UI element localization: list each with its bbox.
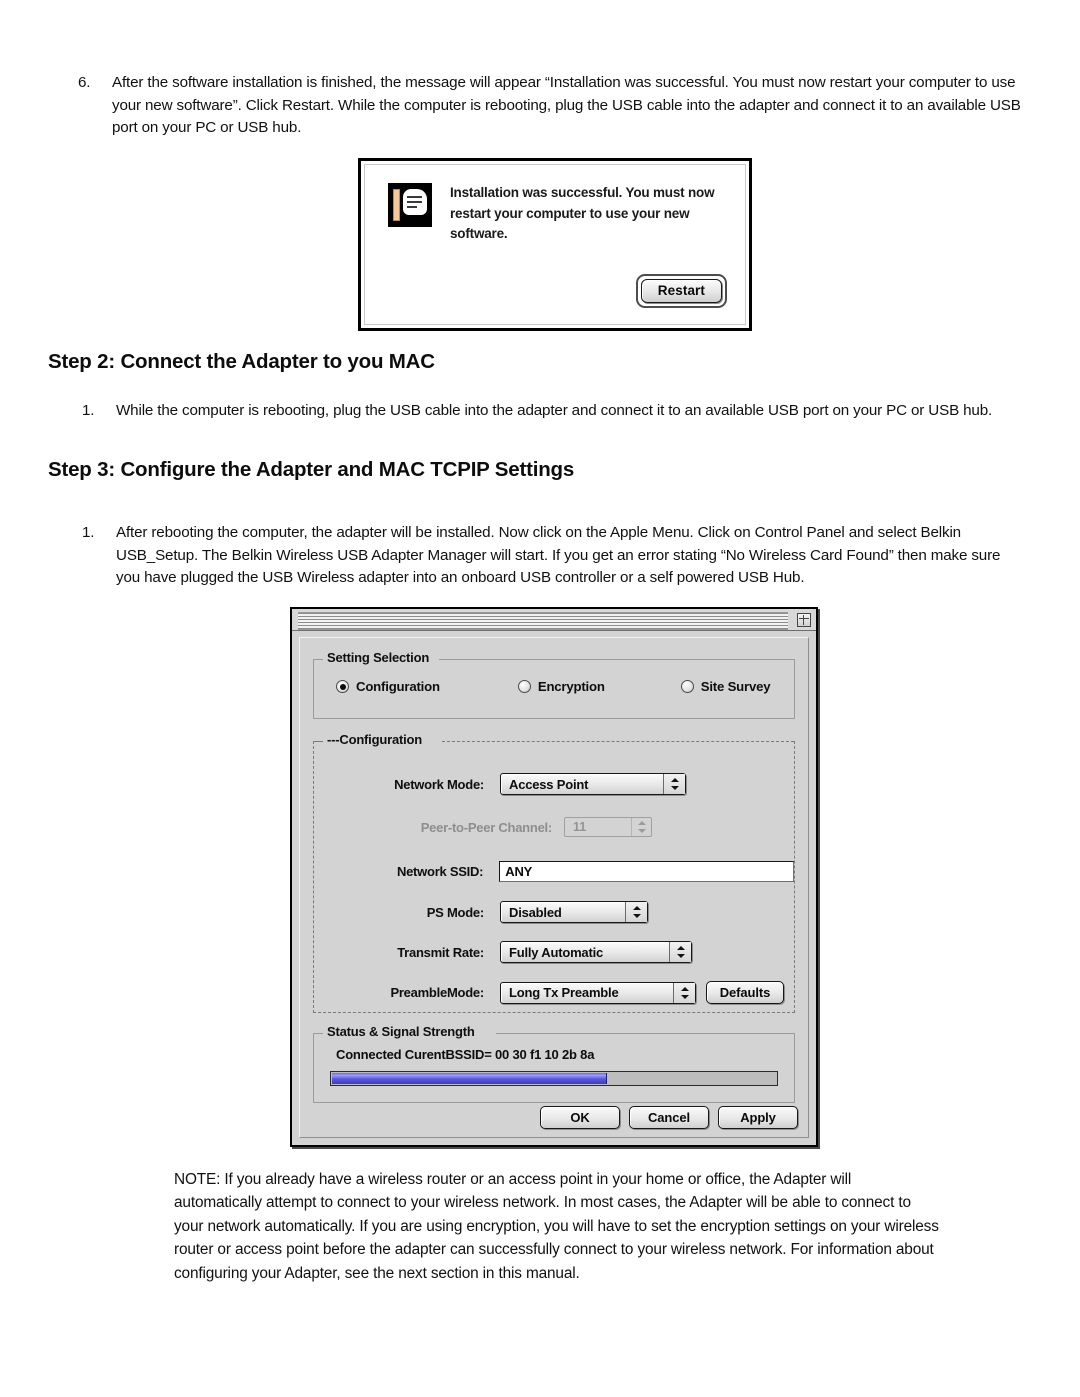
radio-label: Configuration (356, 679, 440, 694)
preamble-mode-select[interactable]: Long Tx Preamble (500, 981, 696, 1004)
signal-strength-fill (332, 1073, 608, 1084)
transmit-rate-select[interactable]: Fully Automatic (500, 941, 692, 963)
radio-indicator-icon (680, 680, 694, 693)
configuration-group-title: ---Configuration (323, 732, 427, 747)
network-mode-value: Access Point (509, 776, 589, 792)
ps-mode-label: PS Mode: (426, 904, 484, 920)
list-item-text: While the computer is rebooting, plug th… (116, 402, 993, 419)
row-network-mode: Network Mode: Access Point (314, 773, 794, 795)
window-button-row: OK Cancel Apply (540, 1106, 798, 1129)
signal-strength-bar (330, 1071, 778, 1086)
window-body: Setting Selection Configuration Encrypti… (292, 631, 816, 1145)
list-item-number: 6. (78, 74, 91, 91)
group-rule-right (496, 1033, 794, 1034)
preamble-mode-label: PreambleMode: (390, 985, 484, 1000)
peer-channel-stepper[interactable]: 11 (564, 817, 652, 837)
radio-label: Site Survey (700, 679, 771, 694)
peer-channel-value: 11 (573, 820, 587, 834)
window-content: Setting Selection Configuration Encrypti… (299, 637, 809, 1138)
network-mode-select[interactable]: Access Point (500, 773, 686, 795)
group-rule-left (314, 1033, 323, 1034)
chevron-updown-icon (663, 774, 685, 794)
list-item-text: After rebooting the computer, the adapte… (116, 524, 1001, 586)
icon-line (407, 201, 422, 203)
status-signal-group: Status & Signal Strength Connected Curen… (313, 1024, 795, 1103)
row-network-ssid: Network SSID: ANY (314, 861, 794, 882)
network-ssid-label: Network SSID: (396, 864, 484, 879)
heading-step-2: Step 2: Connect the Adapter to you MAC (48, 350, 435, 373)
radio-label: Encryption (537, 679, 605, 694)
radio-configuration[interactable]: Configuration (336, 679, 440, 694)
transmit-rate-label: Transmit Rate: (397, 944, 484, 960)
alert-inner-frame: Installation was successful. You must no… (364, 164, 746, 325)
radio-indicator-icon (336, 680, 349, 693)
setting-selection-group: Setting Selection Configuration Encrypti… (313, 650, 795, 719)
collapse-box-icon[interactable] (797, 613, 811, 627)
ok-button[interactable]: OK (540, 1106, 620, 1129)
transmit-rate-value: Fully Automatic (509, 944, 604, 960)
note-paragraph: NOTE: If you already have a wireless rou… (174, 1171, 939, 1282)
adapter-manager-window: Setting Selection Configuration Encrypti… (290, 607, 818, 1147)
status-text: Connected CurentBSSID= 00 30 f1 10 2b 8a (336, 1047, 595, 1062)
icon-spine (393, 189, 400, 221)
icon-line (407, 196, 422, 198)
status-signal-title: Status & Signal Strength (323, 1024, 480, 1039)
group-rule-right (439, 659, 794, 660)
installer-document-icon (388, 183, 432, 227)
group-rule-right (442, 741, 794, 742)
row-ps-mode: PS Mode: Disabled (314, 901, 794, 923)
radio-indicator-icon (517, 680, 531, 693)
network-mode-label: Network Mode: (394, 776, 484, 792)
window-titlebar[interactable] (292, 609, 816, 631)
list-item-text: After the software installation is finis… (112, 74, 1021, 136)
defaults-button[interactable]: Defaults (706, 981, 784, 1004)
list-item-step1: 6. After the software installation is fi… (78, 72, 1028, 140)
chevron-updown-icon (625, 902, 647, 922)
heading-step-3: Step 3: Configure the Adapter and MAC TC… (48, 458, 575, 481)
group-rule-left (314, 659, 323, 660)
preamble-mode-value: Long Tx Preamble (509, 985, 619, 1000)
network-ssid-input[interactable]: ANY (499, 861, 794, 882)
apply-button[interactable]: Apply (718, 1106, 798, 1129)
row-peer-channel: Peer-to-Peer Channel: 11 (314, 817, 794, 837)
titlebar-pinstripes (298, 612, 788, 630)
stepper-arrows-icon (631, 818, 651, 836)
group-rule-left (314, 741, 323, 742)
icon-bubble (403, 189, 427, 215)
alert-message: Installation was successful. You must no… (450, 185, 715, 242)
ps-mode-value: Disabled (509, 904, 562, 920)
list-item-step3: 1. After rebooting the computer, the ada… (82, 522, 1027, 590)
manual-page: 6. After the software installation is fi… (0, 0, 1080, 1397)
cancel-button[interactable]: Cancel (629, 1106, 709, 1129)
setting-selection-radios: Configuration Encryption Site Survey (314, 679, 794, 694)
row-preamble-mode: PreambleMode: Long Tx Preamble Defaults (314, 981, 794, 1004)
setting-selection-title: Setting Selection (323, 650, 435, 665)
default-button-ring: Restart (635, 274, 727, 308)
chevron-updown-icon (669, 942, 691, 962)
radio-encryption[interactable]: Encryption (517, 679, 605, 694)
ps-mode-select[interactable]: Disabled (500, 901, 648, 923)
icon-line (407, 206, 417, 208)
restart-button[interactable]: Restart (640, 279, 722, 303)
installer-alert-dialog: Installation was successful. You must no… (358, 158, 752, 331)
chevron-updown-icon (673, 982, 695, 1003)
configuration-group: ---Configuration Network Mode: Access Po… (313, 732, 795, 1013)
list-item-number: 1. (82, 524, 95, 541)
peer-channel-label: Peer-to-Peer Channel: (420, 819, 553, 835)
list-item-step2: 1. While the computer is rebooting, plug… (82, 400, 1012, 423)
row-transmit-rate: Transmit Rate: Fully Automatic (314, 941, 794, 963)
list-item-number: 1. (82, 402, 95, 419)
radio-site-survey[interactable]: Site Survey (680, 679, 771, 694)
